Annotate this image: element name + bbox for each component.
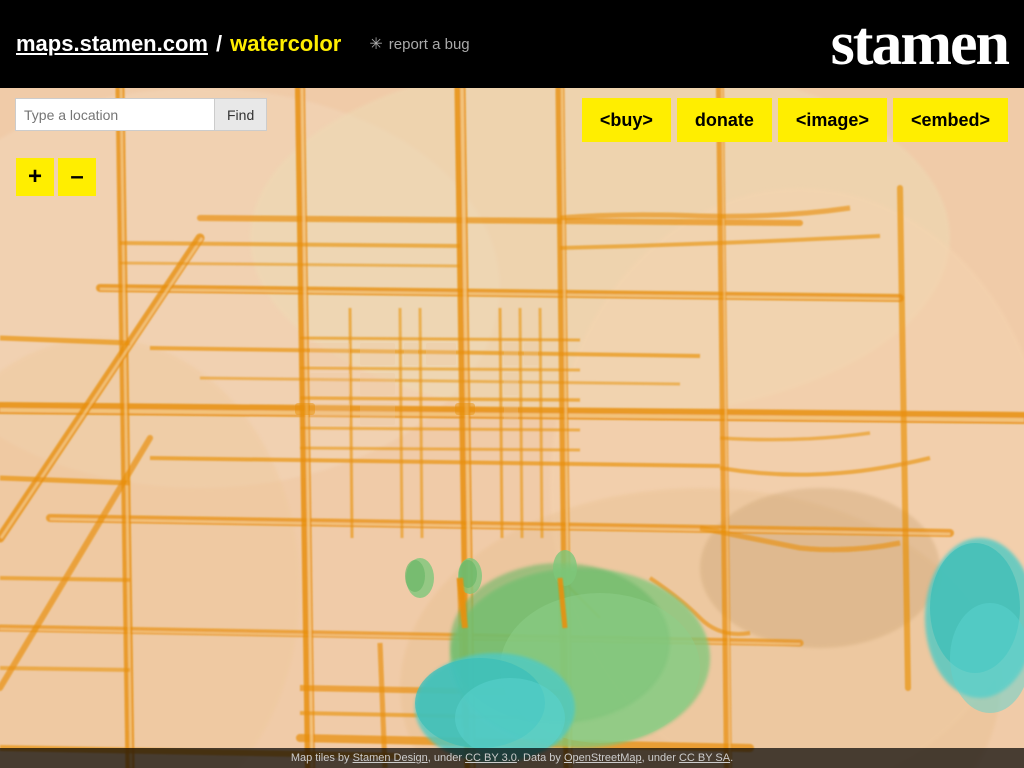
stamen-logo: stamen	[831, 9, 1008, 80]
donate-button[interactable]: donate	[677, 98, 772, 142]
cc-by-sa-link[interactable]: CC BY SA	[679, 752, 730, 764]
stamen-design-link[interactable]: Stamen Design	[353, 752, 428, 764]
footer-text: Map tiles by Stamen Design, under CC BY …	[291, 752, 733, 764]
zoom-in-button[interactable]: +	[16, 158, 54, 196]
slash: /	[216, 31, 222, 57]
watercolor-link[interactable]: watercolor	[230, 31, 341, 57]
bug-link[interactable]: ✳ report a bug	[369, 34, 469, 54]
bug-label: report a bug	[389, 36, 470, 53]
zoom-out-button[interactable]: –	[58, 158, 96, 196]
header: maps.stamen.com / watercolor ✳ report a …	[0, 0, 1024, 88]
map-container[interactable]	[0, 88, 1024, 768]
footer-attribution: Map tiles by Stamen Design, under CC BY …	[0, 748, 1024, 768]
action-buttons: <buy> donate <image> <embed>	[582, 98, 1008, 142]
header-left: maps.stamen.com / watercolor ✳ report a …	[16, 31, 470, 57]
find-button[interactable]: Find	[215, 98, 267, 131]
cc-by-link[interactable]: CC BY 3.0	[465, 752, 517, 764]
bug-icon: ✳	[369, 34, 382, 54]
search-input[interactable]	[15, 98, 215, 131]
site-link[interactable]: maps.stamen.com	[16, 31, 208, 57]
embed-button[interactable]: <embed>	[893, 98, 1008, 142]
buy-button[interactable]: <buy>	[582, 98, 671, 142]
map-canvas	[0, 88, 1024, 768]
search-bar: Find	[15, 98, 267, 131]
osm-link[interactable]: OpenStreetMap	[564, 752, 642, 764]
image-button[interactable]: <image>	[778, 98, 887, 142]
zoom-controls: + –	[16, 158, 96, 196]
